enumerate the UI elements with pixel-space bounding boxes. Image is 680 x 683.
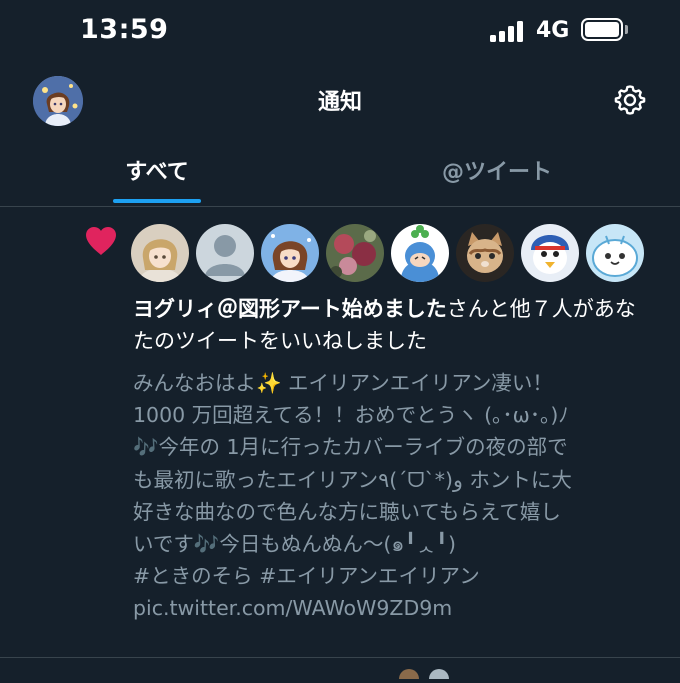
active-tab-indicator xyxy=(113,199,201,203)
heart-icon xyxy=(86,227,116,255)
list-divider xyxy=(0,657,680,658)
next-notification-avatars-partial xyxy=(395,664,455,683)
settings-button[interactable] xyxy=(612,82,648,118)
cellular-signal-icon xyxy=(490,20,526,42)
notification-item[interactable]: ヨグリィ＠図形アート始めましたさんと他７人があなたのツイートをいいねしました み… xyxy=(0,207,680,657)
notification-summary: ヨグリィ＠図形アート始めましたさんと他７人があなたのツイートをいいねしました xyxy=(133,293,643,357)
liker-avatar-5[interactable] xyxy=(391,224,449,282)
tab-all[interactable]: すべて xyxy=(0,154,314,186)
status-bar: 13:59 4G xyxy=(0,0,680,62)
battery-tip xyxy=(625,25,628,34)
status-time: 13:59 xyxy=(80,14,169,45)
liker-avatar-3[interactable] xyxy=(261,224,319,282)
notification-tabs: すべて @ツイート xyxy=(0,136,680,207)
liker-avatar-6[interactable] xyxy=(456,224,514,282)
network-type: 4G xyxy=(536,18,570,43)
top-header: 通知 xyxy=(0,62,680,136)
liked-tweet-text: みんなおはよ✨ エイリアンエイリアン凄い！ 1000 万回超えてる！！おめでとう… xyxy=(133,371,572,621)
liker-avatar-8[interactable] xyxy=(586,224,644,282)
liker-avatar-7[interactable] xyxy=(521,224,579,282)
tab-mentions[interactable]: @ツイート xyxy=(340,154,654,186)
battery-icon xyxy=(581,18,623,41)
gear-icon xyxy=(614,85,646,115)
liker-avatar-4[interactable] xyxy=(326,224,384,282)
page-title: 通知 xyxy=(317,90,362,115)
liker-avatar-1[interactable] xyxy=(131,224,189,282)
liker-avatar-2[interactable] xyxy=(196,224,254,282)
liker-name[interactable]: ヨグリィ＠図形アート始めました xyxy=(133,297,447,321)
